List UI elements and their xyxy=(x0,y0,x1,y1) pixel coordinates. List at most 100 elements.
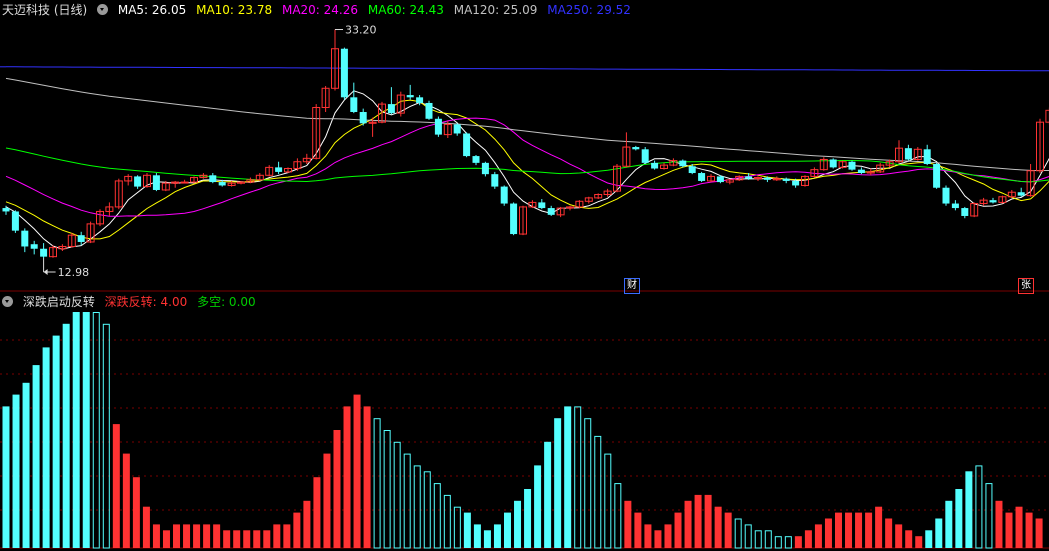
candle-body xyxy=(453,124,461,134)
candle-body xyxy=(218,182,226,186)
dropdown-icon[interactable] xyxy=(2,296,13,307)
candle-body xyxy=(434,118,442,135)
candle-body xyxy=(745,176,753,179)
indicator-bar xyxy=(293,512,301,548)
candle-body xyxy=(792,180,800,186)
indicator-bar xyxy=(734,518,742,549)
indicator-bar xyxy=(363,406,371,548)
indicator-bar xyxy=(92,312,100,549)
candle-body xyxy=(716,176,724,183)
indicator-bar xyxy=(373,418,381,549)
indicator-bar xyxy=(925,530,933,548)
candle-body xyxy=(951,203,959,209)
indicator-bar xyxy=(574,406,582,549)
dropdown-icon[interactable] xyxy=(97,4,109,15)
candle-body xyxy=(961,208,969,216)
indicator-bar xyxy=(183,524,191,548)
candle-body xyxy=(641,149,649,163)
indicator-bar xyxy=(674,512,682,548)
indicator-bar xyxy=(915,536,923,548)
candle-body xyxy=(387,104,395,114)
indicator-bar xyxy=(403,453,411,549)
indicator-bar xyxy=(824,518,832,548)
indicator-bar xyxy=(905,530,913,548)
candle-body xyxy=(134,176,142,187)
indicator-bar xyxy=(744,524,752,549)
ma20-label: MA20: 24.26 xyxy=(281,3,359,17)
candle-body xyxy=(359,112,367,124)
indicator-bar xyxy=(333,430,341,548)
ma10-line xyxy=(5,99,1049,240)
indicator-bar xyxy=(1005,512,1013,548)
indicator-bar xyxy=(193,524,201,548)
indicator-header: 深跌启动反转 深跌反转: 4.00 多空: 0.00 xyxy=(2,294,262,310)
indicator-bar xyxy=(233,530,241,548)
candle-body xyxy=(698,173,706,181)
indicator-bar xyxy=(22,382,30,548)
indicator-bar xyxy=(804,530,812,548)
indicator-bar xyxy=(32,365,40,548)
ma120-label: MA120: 25.09 xyxy=(453,3,538,17)
candle-body xyxy=(904,148,912,160)
indicator-bar xyxy=(473,524,481,548)
candle-body xyxy=(491,174,499,187)
indicator-bar xyxy=(834,512,842,548)
financial-marker[interactable]: 财 xyxy=(624,278,640,294)
indicator-bar xyxy=(855,512,863,548)
indicator-bar xyxy=(955,489,963,548)
indicator-bar xyxy=(152,524,160,548)
indicator-bar xyxy=(102,323,110,549)
indicator-bar xyxy=(514,500,522,548)
indicator-title[interactable]: 深跌启动反转 xyxy=(23,295,95,309)
candle-body xyxy=(11,211,19,231)
ma250-line xyxy=(6,66,1049,72)
indicator-bar xyxy=(885,518,893,548)
candle-body xyxy=(942,187,950,204)
rise-marker[interactable]: 张 xyxy=(1018,278,1034,294)
indicator-bar xyxy=(1025,512,1033,548)
indicator-bar xyxy=(273,524,281,548)
indicator-bar xyxy=(122,453,130,548)
indicator-bar xyxy=(875,506,883,548)
candle-body xyxy=(406,95,414,98)
indicator-bar xyxy=(243,530,251,548)
kline-chart[interactable]: 33.20 12.98 xyxy=(0,0,1049,551)
indicator-bar xyxy=(173,524,181,548)
indicator-bar xyxy=(644,524,652,548)
indicator-bar xyxy=(132,477,140,548)
indicator-bar xyxy=(935,518,943,548)
indicator-bar xyxy=(584,418,592,549)
indicator-bar xyxy=(2,406,10,548)
indicator-bar xyxy=(112,424,120,548)
indicator-bar xyxy=(353,394,361,548)
candle-body xyxy=(848,161,856,170)
indicator-bar xyxy=(213,524,221,548)
indicator-bar xyxy=(82,312,90,548)
indicator-bar xyxy=(524,489,532,548)
indicator-bar xyxy=(12,394,20,548)
candle-body xyxy=(416,97,424,103)
candle-body xyxy=(989,200,997,203)
indicator-bar xyxy=(343,406,351,548)
ma250-label: MA250: 29.52 xyxy=(547,3,631,17)
main-header: 天迈科技 (日线) MA5: 26.05 MA10: 23.78 MA20: 2… xyxy=(2,2,637,18)
candle-body xyxy=(275,167,283,172)
candle-body xyxy=(857,169,865,174)
indicator-bar xyxy=(504,512,511,548)
stock-name[interactable]: 天迈科技 (日线) xyxy=(2,3,87,17)
indicator-bar xyxy=(704,494,712,548)
indicator-bar xyxy=(664,524,672,548)
indicator-bar xyxy=(985,483,993,549)
indicator-bar xyxy=(814,524,822,548)
indicator-bar xyxy=(203,524,211,548)
candlestick-series xyxy=(2,29,1049,259)
indicator-bar xyxy=(42,347,50,548)
indicator-bar xyxy=(62,323,70,548)
indicator-bar xyxy=(142,506,150,548)
indicator-bar xyxy=(483,530,491,548)
candle-body xyxy=(2,208,10,212)
indicator-bar xyxy=(754,530,762,549)
indicator-bar xyxy=(303,500,311,548)
ma120-line xyxy=(5,77,1049,171)
indicator-bar xyxy=(253,530,261,548)
